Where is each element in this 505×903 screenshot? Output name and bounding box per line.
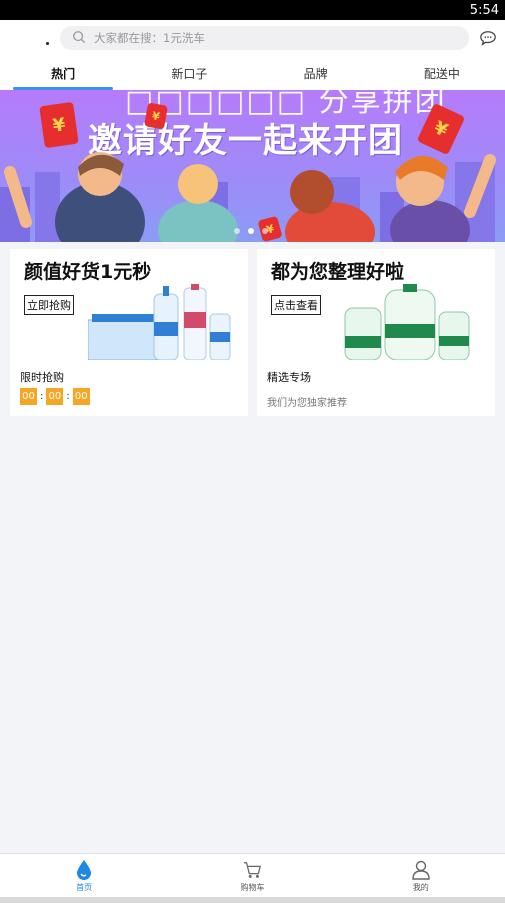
timer-hours: 00 [20,388,37,405]
card-title: 颜值好货1元秒 [24,261,152,283]
yuan-symbol: ¥ [51,113,67,137]
countdown-timer: 00 : 00 : 00 [20,388,90,405]
timer-seconds: 00 [72,388,90,405]
tab-hot[interactable]: 热门 [0,56,126,90]
tabbar-label: 首页 [76,882,93,892]
carousel-dot[interactable] [234,228,240,234]
tab-delivering[interactable]: 配送中 [379,56,505,90]
tab-brand[interactable]: 品牌 [253,56,379,90]
card-description: 我们为您独家推荐 [267,398,347,409]
status-bar: 5:54 [0,0,505,20]
category-tabs: 热门 新口子 品牌 配送中 [0,56,505,90]
card-title: 都为您整理好啦 [271,261,405,283]
red-envelope-icon: ¥ [144,102,168,130]
search-input[interactable]: 大家都在搜：1元洗车 [60,26,469,50]
flash-sale-card[interactable]: 颜值好货1元秒 立即抢购 限时抢购 00 : 00 : 00 [10,249,248,416]
tabbar-profile[interactable]: 我的 [337,854,505,897]
tabbar-cart[interactable]: 购物车 [168,854,336,897]
status-time: 5:54 [469,2,499,18]
timer-minutes: 00 [46,388,64,405]
timer-separator: : [40,391,44,402]
cart-icon [244,861,262,878]
tabbar-home[interactable]: 首页 [0,854,168,897]
bottom-tabbar: 首页 购物车 我的 [0,853,505,897]
search-placeholder: 大家都在搜：1元洗车 [94,31,205,45]
water-jugs-image [344,284,470,360]
water-drop-icon [77,859,92,880]
yuan-symbol: ¥ [151,108,161,124]
tab-label: 热门 [51,66,76,81]
curated-card[interactable]: 都为您整理好啦 点击查看 精选专场 我们为您独家推荐 [257,249,495,416]
red-envelope-icon: ¥ [39,101,79,149]
promo-cards: 颜值好货1元秒 立即抢购 限时抢购 00 : 00 : 00 都为您整理好啦 点… [0,242,505,416]
carousel-indicator [234,228,268,234]
system-nav-strip [0,897,505,903]
buy-now-button[interactable]: 立即抢购 [24,295,74,315]
message-icon[interactable] [479,29,497,47]
tab-label: 品牌 [303,66,328,81]
carousel-dot-active[interactable] [248,228,254,234]
water-bottles-image [88,284,231,360]
location-mark[interactable] [8,26,58,50]
card-subtitle: 精选专场 [267,371,311,384]
yuan-symbol: ¥ [430,116,452,142]
card-subtitle: 限时抢购 [20,371,64,384]
carousel-dot[interactable] [262,228,268,234]
tab-label: 新口子 [171,66,208,81]
search-icon [72,29,86,48]
tab-new[interactable]: 新口子 [126,56,252,90]
tabbar-label: 购物车 [240,882,265,892]
promo-banner[interactable]: □□□□□□ 分享拼团 邀请好友一起来开团 ¥ ¥ ¥ ¥ [0,90,505,242]
tab-label: 配送中 [423,66,460,81]
tabbar-label: 我的 [412,882,429,892]
timer-separator: : [66,391,70,402]
search-row: 大家都在搜：1元洗车 [0,20,505,56]
user-icon [412,860,430,880]
view-button[interactable]: 点击查看 [271,295,321,315]
